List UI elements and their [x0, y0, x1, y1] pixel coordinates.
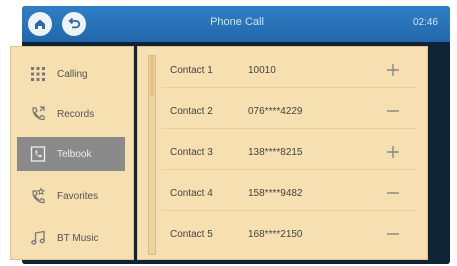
- home-icon: [35, 19, 45, 29]
- page-title: Phone Call: [210, 16, 264, 28]
- add-contact-button[interactable]: [378, 62, 408, 78]
- sidebar-item-records[interactable]: Records: [17, 97, 125, 131]
- contact-name: Contact 1: [170, 64, 213, 76]
- contact-name: Contact 3: [170, 146, 213, 158]
- clock-time: 02:46: [412, 17, 438, 28]
- home-button[interactable]: [28, 12, 52, 36]
- minus-icon: [387, 192, 399, 194]
- contact-number: 168****2150: [248, 228, 303, 240]
- keypad-icon: [27, 63, 49, 85]
- contact-list: Contact 1 10010 Contact 2 076****4229 Co…: [137, 46, 428, 260]
- remove-contact-button[interactable]: [378, 185, 408, 201]
- contact-row[interactable]: Contact 5 168****2150: [162, 217, 418, 251]
- sidebar-item-label: Favorites: [57, 190, 99, 202]
- contact-number: 076****4229: [248, 105, 303, 117]
- remove-contact-button[interactable]: [378, 103, 408, 119]
- contact-number: 138****8215: [248, 146, 303, 158]
- add-contact-button[interactable]: [378, 144, 408, 160]
- plus-icon: [387, 146, 399, 158]
- sidebar-item-label: Telbook: [57, 148, 92, 160]
- call-records-icon: [27, 103, 49, 125]
- plus-icon: [387, 64, 399, 76]
- contact-row[interactable]: Contact 4 158****9482: [162, 176, 418, 211]
- remove-contact-button[interactable]: [378, 226, 408, 242]
- sidebar-item-telbook[interactable]: Telbook: [17, 137, 125, 171]
- top-bar: Phone Call 02:46: [22, 6, 450, 42]
- minus-icon: [387, 110, 399, 112]
- contact-row[interactable]: Contact 1 10010: [162, 53, 418, 88]
- sidebar-item-label: Records: [57, 108, 95, 120]
- contact-number: 158****9482: [248, 187, 303, 199]
- contact-row[interactable]: Contact 3 138****8215: [162, 135, 418, 170]
- sidebar-item-bt-music[interactable]: BT Music: [17, 221, 125, 255]
- sidebar-item-favorites[interactable]: Favorites: [17, 179, 125, 213]
- back-icon: [68, 17, 81, 29]
- sidebar-item-label: Calling: [57, 68, 88, 80]
- favorites-icon: [27, 185, 49, 207]
- contact-name: Contact 5: [170, 228, 213, 240]
- contact-name: Contact 4: [170, 187, 213, 199]
- contact-row[interactable]: Contact 2 076****4229: [162, 94, 418, 129]
- sidebar-item-calling[interactable]: Calling: [17, 57, 125, 91]
- contact-name: Contact 2: [170, 105, 213, 117]
- music-note-icon: [27, 227, 49, 249]
- scrollbar-thumb[interactable]: [150, 56, 154, 96]
- phonebook-icon: [27, 143, 49, 165]
- back-button[interactable]: [62, 12, 86, 36]
- minus-icon: [387, 233, 399, 235]
- contact-number: 10010: [248, 64, 276, 76]
- sidebar-item-label: BT Music: [57, 232, 99, 244]
- sidebar: Calling Records Telbook Favorites BT Mus…: [10, 46, 134, 260]
- contact-list-scrollbar[interactable]: [148, 55, 156, 255]
